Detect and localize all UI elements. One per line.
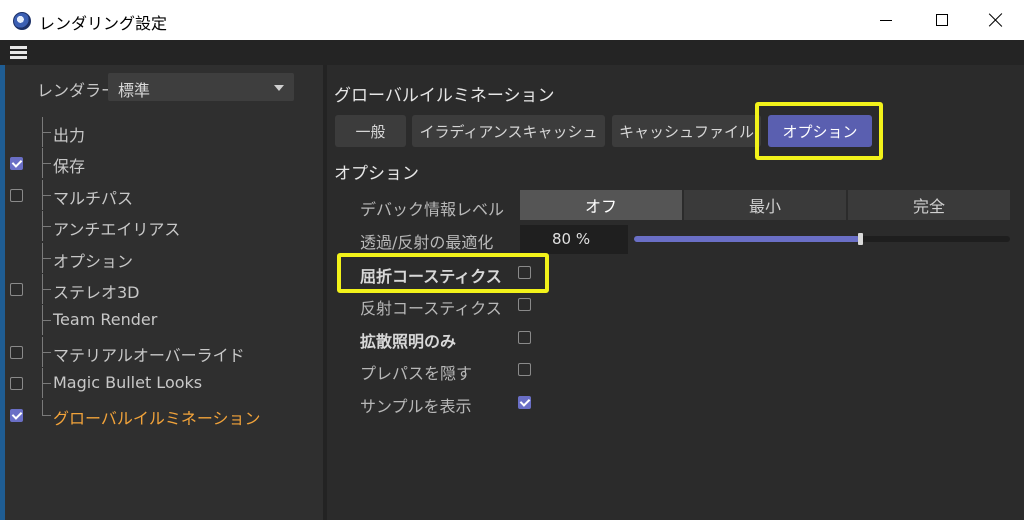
sidebar-item-label: ステレオ3D: [53, 283, 140, 302]
menu-bar: [0, 40, 1024, 65]
sidebar-item-label: 保存: [53, 157, 86, 177]
sidebar-item[interactable]: 出力: [0, 117, 323, 147]
tree-connector-tick: [42, 194, 51, 196]
debug-level-minimum[interactable]: 最小: [684, 190, 846, 220]
options-heading: オプション: [334, 164, 419, 184]
sidebar-item[interactable]: マテリアルオーバーライド: [0, 336, 323, 367]
option-label: プレパスを隠す: [360, 364, 473, 383]
hamburger-menu-icon[interactable]: [10, 46, 27, 59]
sidebar-item-label: Magic Bullet Looks: [53, 373, 203, 393]
sidebar-item-checkbox[interactable]: [10, 377, 23, 391]
tree-connector-tick: [42, 320, 51, 322]
sidebar-item-checkbox[interactable]: [10, 188, 23, 202]
sidebar-item-label: Team Render: [53, 310, 158, 330]
sidebar-item[interactable]: Magic Bullet Looks: [0, 368, 323, 399]
title-bar: レンダリング設定: [0, 0, 1024, 40]
tab-irradiance-cache[interactable]: イラディアンスキャッシュ: [412, 115, 605, 147]
renderer-value: 標準: [118, 81, 151, 100]
option-checkbox[interactable]: [518, 331, 531, 344]
sidebar-item-checkbox[interactable]: [10, 408, 23, 422]
optimization-label: 透過/反射の最適化: [360, 233, 494, 252]
sidebar-item-checkbox[interactable]: [10, 157, 23, 171]
sidebar-item-label: 出力: [53, 126, 86, 145]
sidebar-item[interactable]: Team Render: [0, 305, 323, 336]
optimization-input[interactable]: 80 %: [520, 225, 628, 254]
window-title: レンダリング設定: [39, 14, 168, 33]
sidebar-item-label: オプション: [53, 251, 134, 271]
tree-connector: [42, 399, 43, 416]
minimize-button[interactable]: [858, 0, 914, 40]
maximize-button[interactable]: [914, 0, 970, 40]
tree-connector-tick: [42, 257, 51, 259]
close-button[interactable]: [968, 0, 1024, 40]
tree-connector-tick: [42, 163, 51, 165]
optimization-slider-thumb[interactable]: [857, 233, 863, 245]
debug-level-off[interactable]: オフ: [520, 190, 682, 220]
sidebar-item-label: マテリアルオーバーライド: [53, 345, 245, 365]
tree-connector-tick: [42, 226, 51, 228]
sidebar-item-checkbox[interactable]: [10, 345, 23, 359]
optimization-slider[interactable]: [634, 233, 1010, 245]
sidebar-item-checkbox[interactable]: [10, 283, 23, 296]
sidebar-item-label: マルチパス: [53, 188, 134, 208]
option-checkbox[interactable]: [518, 363, 531, 376]
tree-connector-tick: [42, 351, 51, 353]
chevron-down-icon: [274, 85, 284, 91]
section-title: グローバルイルミネーション: [334, 86, 555, 106]
highlight-options-tab: [755, 102, 883, 160]
tree-connector-tick: [42, 289, 51, 290]
renderer-label: レンダラー: [37, 81, 118, 100]
tab-general[interactable]: 一般: [335, 115, 406, 147]
option-label: サンプルを表示: [360, 397, 472, 416]
option-label: 拡散照明のみ: [360, 332, 457, 351]
debug-level-label: デバック情報レベル: [360, 200, 505, 219]
sidebar-item-label: アンチエイリアス: [53, 220, 181, 240]
optimization-slider-fill: [634, 236, 860, 242]
tree-connector-tick: [42, 414, 51, 416]
sidebar-item-label: グローバルイルミネーション: [53, 408, 261, 428]
option-checkbox[interactable]: [518, 396, 531, 409]
sidebar-item[interactable]: グローバルイルミネーション: [0, 399, 323, 430]
tree-connector-tick: [42, 132, 51, 133]
sidebar-item[interactable]: アンチエイリアス: [0, 211, 323, 242]
sidebar-item[interactable]: ステレオ3D: [0, 274, 323, 304]
cinema4d-app-icon: [13, 12, 31, 30]
highlight-refraction-caustics: [337, 253, 549, 293]
minimize-icon: [880, 19, 892, 21]
tree-connector-tick: [42, 383, 51, 385]
tab-cache-file[interactable]: キャッシュファイル: [612, 115, 761, 147]
option-label: 反射コースティクス: [360, 299, 502, 318]
sidebar-item[interactable]: マルチパス: [0, 179, 323, 210]
option-checkbox[interactable]: [518, 298, 531, 311]
maximize-icon: [936, 14, 948, 26]
close-icon: [989, 13, 1003, 27]
debug-level-selector: オフ 最小 完全: [520, 190, 1010, 220]
debug-level-full[interactable]: 完全: [848, 190, 1010, 220]
sidebar-item[interactable]: 保存: [0, 148, 323, 179]
sidebar-item[interactable]: オプション: [0, 242, 323, 273]
renderer-dropdown[interactable]: 標準: [108, 73, 294, 101]
